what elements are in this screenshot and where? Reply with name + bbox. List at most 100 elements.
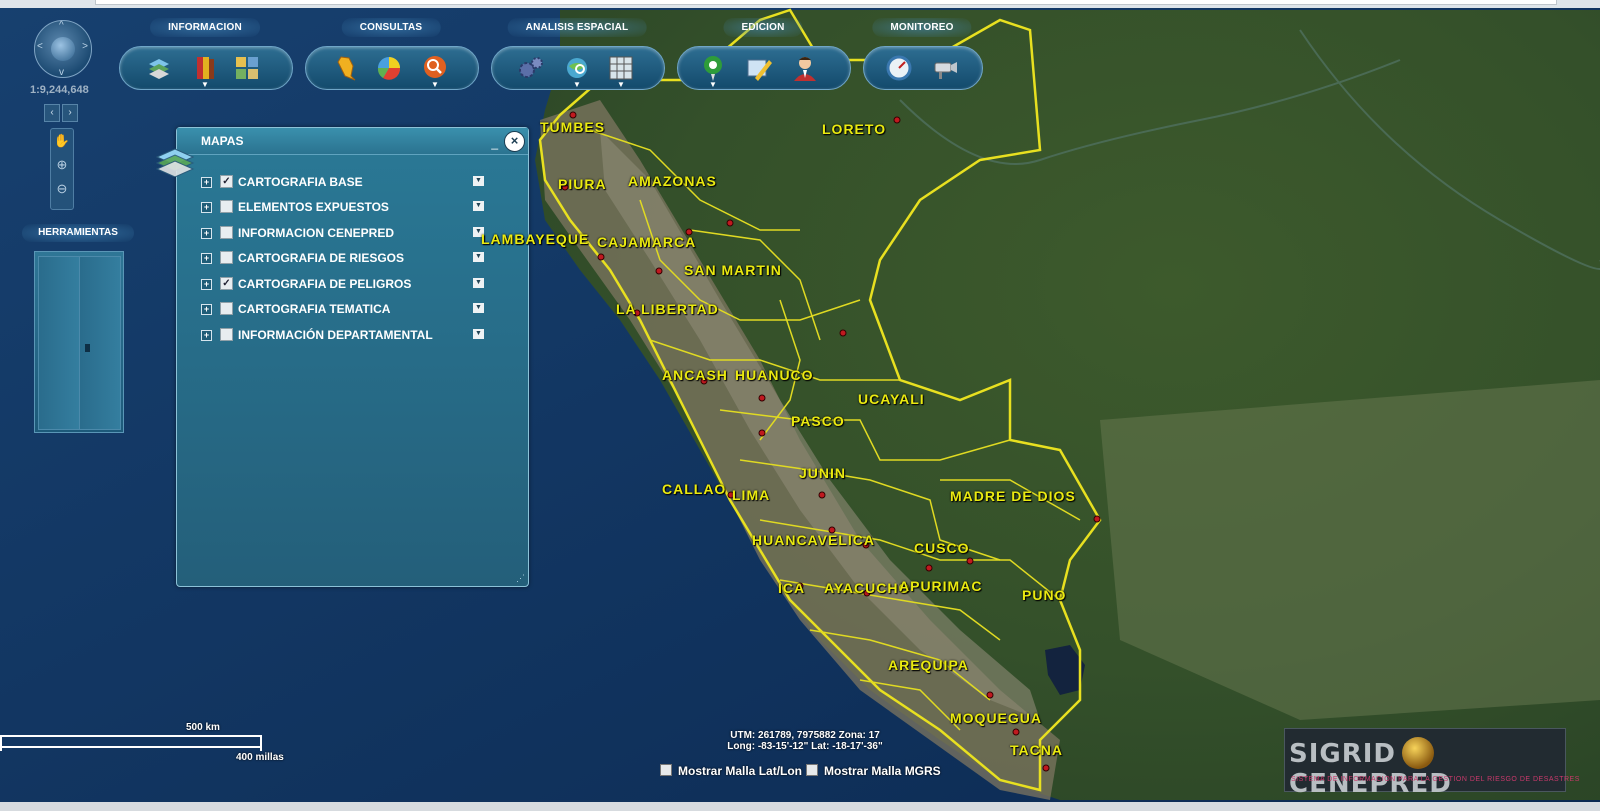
coordinate-readout: UTM: 261789, 7975882 Zona: 17 Long: -83-…: [700, 730, 910, 752]
grid-icon[interactable]: ▼: [606, 53, 636, 89]
region-label: AREQUIPA: [888, 657, 969, 673]
region-label: CAJAMARCA: [597, 234, 697, 250]
region-label: APURIMAC: [899, 578, 983, 594]
herramientas-cabinet[interactable]: [34, 251, 124, 433]
layer-label: CARTOGRAFIA TEMATICA: [238, 302, 391, 316]
grid-maps-icon[interactable]: [232, 53, 262, 83]
group-title-edicion: EDICION: [723, 18, 803, 37]
region-label: LIMA: [732, 487, 771, 503]
utm-coords: UTM: 261789, 7975882 Zona: 17: [730, 730, 880, 741]
minimize-button[interactable]: _: [491, 136, 498, 150]
layer-label: ELEMENTOS EXPUESTOS: [238, 200, 389, 214]
pie-chart-icon[interactable]: [374, 53, 404, 83]
layer-item[interactable]: + ✓ CARTOGRAFIA BASE ▼: [201, 172, 501, 194]
scalebar-tick-left: [0, 735, 2, 751]
group-monitoreo: MONITOREO: [863, 18, 983, 90]
expand-icon[interactable]: +: [201, 279, 212, 290]
region-label: SAN MARTIN: [684, 262, 782, 278]
zoom-out-icon[interactable]: ⊖: [51, 177, 73, 201]
layer-checkbox[interactable]: [220, 251, 233, 264]
latlon-coords: Long: -83-15'-12" Lat: -18-17'-36": [727, 741, 883, 752]
layers-icon[interactable]: [144, 53, 174, 83]
expand-icon[interactable]: +: [201, 330, 212, 341]
layer-checkbox[interactable]: ✓: [220, 175, 233, 188]
close-button[interactable]: ×: [504, 131, 525, 152]
layer-label: CARTOGRAFIA BASE: [238, 175, 363, 189]
grid-mgrs-option[interactable]: Mostrar Malla MGRS: [806, 764, 941, 778]
region-label: TUMBES: [540, 119, 606, 135]
region-label: MADRE DE DIOS: [950, 488, 1076, 504]
layer-checkbox[interactable]: [220, 226, 233, 239]
layer-label: CARTOGRAFIA DE PELIGROS: [238, 277, 412, 291]
layer-item[interactable]: + ELEMENTOS EXPUESTOS ▼: [201, 197, 501, 219]
user-icon[interactable]: [790, 53, 820, 83]
scalebar-km: 500 km: [186, 722, 220, 733]
pin-icon[interactable]: ▼: [698, 53, 728, 89]
books-icon[interactable]: ▼: [190, 53, 220, 89]
peru-map-icon[interactable]: [332, 53, 362, 83]
browser-top-strip: [0, 0, 1600, 8]
region-label: ICA: [778, 580, 806, 596]
pan-hand-icon[interactable]: ✋: [51, 129, 73, 153]
layer-label: INFORMACION CENEPRED: [238, 226, 395, 240]
gears-icon[interactable]: [516, 53, 546, 83]
layer-label: CARTOGRAFIA DE RIESGOS: [238, 251, 405, 265]
pan-compass[interactable]: ^ < > v: [34, 20, 92, 78]
layer-checkbox[interactable]: [220, 328, 233, 341]
region-label: HUANUCO: [735, 367, 814, 383]
note-edit-icon[interactable]: [744, 53, 774, 83]
logo-subtitle: SISTEMA DE INFORMACION PARA LA GESTION D…: [1291, 776, 1580, 783]
grid-mgrs-checkbox[interactable]: [806, 764, 818, 776]
layer-dropdown-icon[interactable]: ▼: [473, 176, 484, 186]
next-extent-button[interactable]: ›: [62, 104, 78, 122]
search-icon[interactable]: ▼: [420, 53, 450, 89]
browser-bottom-strip: [0, 802, 1600, 811]
group-title-analisis: ANALISIS ESPACIAL: [507, 18, 647, 37]
expand-icon[interactable]: +: [201, 304, 212, 315]
logo-globe-icon: [1402, 737, 1434, 769]
resize-handle[interactable]: ⋰: [516, 573, 525, 584]
expand-icon[interactable]: +: [201, 228, 212, 239]
expand-icon[interactable]: +: [201, 202, 212, 213]
layer-item[interactable]: + ✓ CARTOGRAFIA DE PELIGROS ▼: [201, 274, 501, 296]
scalebar-tick-right: [260, 735, 262, 751]
grid-latlon-option[interactable]: Mostrar Malla Lat/Lon: [660, 764, 802, 778]
region-label: UCAYALI: [858, 391, 925, 407]
region-label: MOQUEGUA: [950, 710, 1042, 726]
mapas-panel: MAPAS _ × + ✓ CARTOGRAFIA BASE ▼ + ELEMENTOS …: [176, 127, 529, 587]
expand-icon[interactable]: +: [201, 177, 212, 188]
region-label: TACNA: [1010, 742, 1063, 758]
zoom-in-icon[interactable]: ⊕: [51, 153, 73, 177]
group-title-monitoreo: MONITOREO: [872, 18, 972, 37]
layer-item[interactable]: + CARTOGRAFIA TEMATICA ▼: [201, 299, 501, 321]
camera-icon[interactable]: [930, 53, 960, 83]
layer-checkbox[interactable]: [220, 200, 233, 213]
expand-icon[interactable]: +: [201, 253, 212, 264]
layer-dropdown-icon[interactable]: ▼: [473, 252, 484, 262]
layers-stack-icon: [155, 145, 195, 178]
layer-dropdown-icon[interactable]: ▼: [473, 329, 484, 339]
layer-checkbox[interactable]: [220, 302, 233, 315]
region-label: PIURA: [558, 176, 607, 192]
gauge-icon[interactable]: [884, 53, 914, 83]
region-label: LA LIBERTAD: [616, 301, 719, 317]
layer-item[interactable]: + CARTOGRAFIA DE RIESGOS ▼: [201, 248, 501, 270]
zoom-controls: ✋ ⊕ ⊖: [50, 128, 74, 210]
layer-dropdown-icon[interactable]: ▼: [473, 303, 484, 313]
globe-search-icon[interactable]: ▼: [562, 53, 592, 89]
layer-label: INFORMACIÓN DEPARTAMENTAL: [238, 328, 433, 342]
region-label: LORETO: [822, 121, 887, 137]
layer-item[interactable]: + INFORMACION CENEPRED ▼: [201, 223, 501, 245]
grid-latlon-checkbox[interactable]: [660, 764, 672, 776]
map-scale: 1:9,244,648: [30, 84, 89, 96]
region-label: AYACUCHO: [824, 580, 911, 596]
prev-extent-button[interactable]: ‹: [44, 104, 60, 122]
region-label: LAMBAYEQUE: [481, 231, 590, 247]
layer-checkbox[interactable]: ✓: [220, 277, 233, 290]
layer-dropdown-icon[interactable]: ▼: [473, 201, 484, 211]
layer-dropdown-icon[interactable]: ▼: [473, 278, 484, 288]
region-label: CUSCO: [914, 540, 970, 556]
layer-item[interactable]: + INFORMACIÓN DEPARTAMENTAL ▼: [201, 325, 501, 347]
logo-left-text: SIGRID: [1289, 739, 1397, 769]
scalebar-mi: 400 millas: [236, 752, 284, 763]
